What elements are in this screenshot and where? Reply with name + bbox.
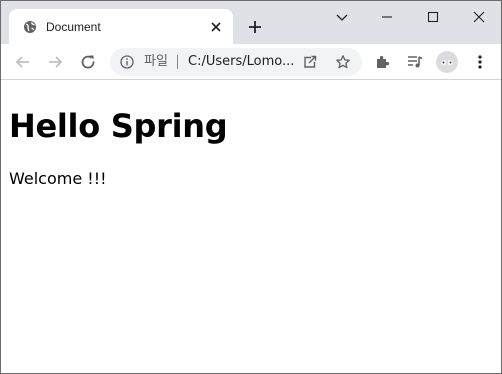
tab-search-button[interactable] <box>319 1 365 33</box>
minimize-button[interactable] <box>364 1 410 33</box>
arrow-left-icon <box>15 56 29 68</box>
menu-button[interactable] <box>469 51 491 73</box>
avatar <box>436 51 458 73</box>
maximize-icon <box>427 11 439 23</box>
minimize-icon <box>382 16 392 18</box>
maximize-button[interactable] <box>410 1 456 33</box>
close-window-button[interactable] <box>456 1 501 33</box>
tab-document[interactable]: Document <box>9 9 233 44</box>
globe-icon <box>24 21 36 33</box>
reload-icon <box>81 55 95 69</box>
page-content: Hello Spring Welcome !!! <box>1 81 501 373</box>
welcome-text: Welcome !!! <box>9 169 107 188</box>
url-text[interactable]: C:/Users/Lomo... <box>188 54 298 70</box>
kebab-menu-icon <box>478 55 482 69</box>
media-queue-icon <box>408 56 423 68</box>
browser-toolbar: 파일 C:/Users/Lomo... <box>1 44 501 80</box>
share-icon[interactable] <box>302 54 318 70</box>
tab-title: Document <box>46 20 101 34</box>
profile-button[interactable] <box>436 51 458 73</box>
close-icon <box>473 11 485 23</box>
avatar-icon <box>441 60 453 65</box>
page-heading: Hello Spring <box>9 107 228 145</box>
address-bar[interactable]: 파일 C:/Users/Lomo... <box>110 48 362 76</box>
tab-strip: Document <box>1 1 501 44</box>
media-button[interactable] <box>404 51 426 73</box>
scheme-separator <box>177 55 178 69</box>
info-icon[interactable] <box>120 55 134 69</box>
puzzle-icon <box>377 55 390 68</box>
arrow-right-icon <box>49 56 63 68</box>
extensions-button[interactable] <box>372 51 394 73</box>
browser-window: Document 파일 C:/Users/Lomo... Hello Sprin… <box>0 0 502 374</box>
new-tab-button[interactable] <box>245 17 265 37</box>
back-button[interactable] <box>12 51 34 73</box>
chevron-down-icon <box>336 14 348 21</box>
forward-button[interactable] <box>44 51 66 73</box>
star-icon[interactable] <box>335 54 351 70</box>
reload-button[interactable] <box>77 51 99 73</box>
close-icon[interactable] <box>209 20 223 34</box>
scheme-label: 파일 <box>144 54 168 69</box>
